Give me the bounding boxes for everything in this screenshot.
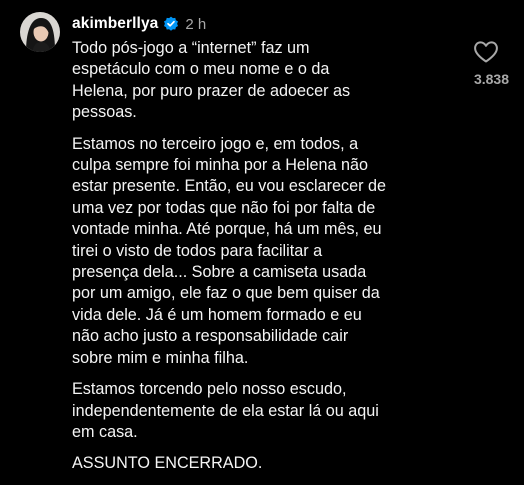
like-count: 3.838 (473, 71, 509, 87)
comment: akimberllya 2 h Todo pós-jogo a “interne… (0, 0, 524, 477)
username[interactable]: akimberllya (72, 15, 158, 33)
comment-header: akimberllya 2 h (72, 14, 206, 34)
comment-timestamp: 2 h (185, 15, 207, 33)
avatar-image (20, 12, 60, 52)
heart-outline-icon (474, 41, 498, 63)
avatar[interactable] (20, 12, 60, 52)
comment-paragraph: Estamos no terceiro jogo e, em todos, a … (72, 134, 387, 367)
comment-paragraph: Estamos torcendo pelo nosso escudo, inde… (72, 380, 379, 441)
comment-text: Todo pós-jogo a “internet” faz um espetá… (72, 38, 452, 485)
verified-badge-icon (163, 16, 179, 32)
like-button[interactable] (473, 40, 499, 64)
comment-paragraph: Todo pós-jogo a “internet” faz um espetá… (72, 39, 351, 122)
comment-paragraph: ASSUNTO ENCERRADO. (72, 454, 263, 473)
